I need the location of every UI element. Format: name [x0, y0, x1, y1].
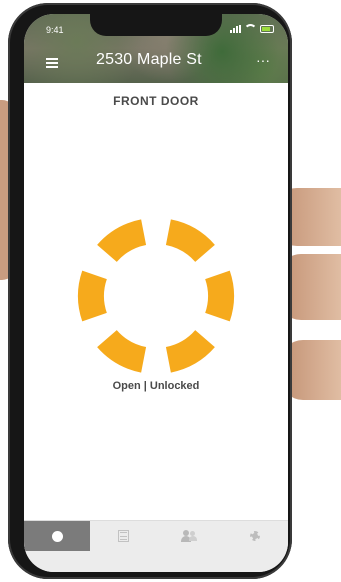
wifi-icon	[244, 24, 257, 33]
lock-ring-segment	[165, 219, 215, 262]
tab-activity[interactable]	[90, 521, 156, 551]
lock-name: FRONT DOOR	[113, 94, 199, 108]
lock-ring-segment	[78, 270, 107, 322]
lock-ring-segment	[97, 219, 147, 262]
signal-icon	[230, 24, 241, 33]
more-icon[interactable]: ···	[256, 52, 270, 68]
battery-icon	[260, 24, 274, 33]
list-icon	[117, 530, 129, 542]
header: 9:41 2530 Maple St ···	[24, 14, 288, 83]
status-time: 9:41	[46, 25, 64, 35]
gear-icon	[249, 530, 261, 542]
tab-settings[interactable]	[222, 521, 288, 551]
app-screen: 9:41 2530 Maple St ··· FRONT DOOR Open |…	[24, 14, 288, 572]
page-title: 2530 Maple St	[96, 51, 202, 68]
phone-frame: 9:41 2530 Maple St ··· FRONT DOOR Open |…	[8, 3, 292, 579]
lock-ring-segment	[165, 330, 215, 373]
dot-icon	[51, 530, 63, 542]
lock-toggle-button[interactable]	[72, 212, 240, 380]
lock-ring	[78, 219, 234, 373]
lock-ring-segment	[205, 270, 234, 322]
users-icon	[181, 530, 197, 542]
status-icons	[230, 24, 274, 33]
notch	[90, 14, 222, 36]
lock-status: Open | Unlocked	[112, 380, 200, 392]
menu-icon[interactable]	[46, 58, 58, 68]
lock-ring-segment	[97, 330, 147, 373]
app-screenshot: 9:41 2530 Maple St ··· FRONT DOOR Open |…	[0, 0, 341, 582]
tab-users[interactable]	[156, 521, 222, 551]
bottom-tab-bar	[24, 520, 288, 572]
tab-home[interactable]	[24, 521, 90, 551]
